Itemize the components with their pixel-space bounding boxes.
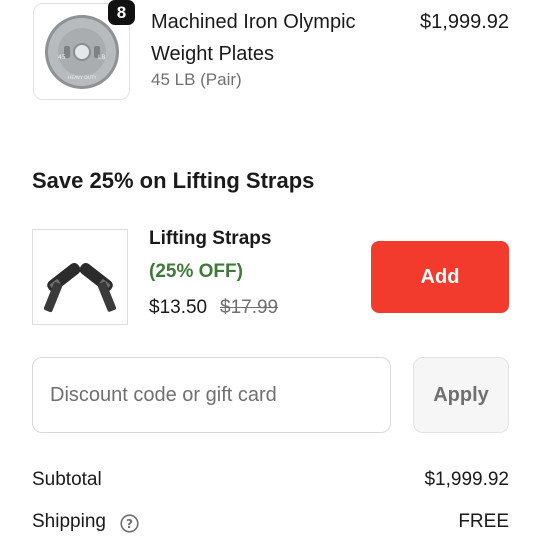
upsell-compare-price: $17.99 (220, 297, 279, 318)
svg-text:?: ? (126, 517, 133, 531)
product-title: Machined Iron Olympic Weight Plates (151, 11, 356, 65)
apply-discount-button[interactable]: Apply (413, 357, 509, 433)
lifting-straps-image (43, 262, 117, 313)
plate-bottom-text: HEAVY DUTY (68, 75, 97, 81)
upsell-price: $13.50 (149, 297, 208, 318)
shipping-value: FREE (458, 511, 509, 532)
upsell-product-name: Lifting Straps (149, 228, 272, 249)
add-upsell-button[interactable]: Add (371, 241, 509, 313)
plate-weight-left-text: 45 (58, 54, 66, 61)
product-variant: 45 LB (Pair) (151, 70, 242, 89)
weight-plate-image: 45 LB HEAVY DUTY (44, 14, 119, 89)
help-icon[interactable]: ? (120, 514, 139, 533)
quantity-badge: 8 (108, 0, 135, 25)
subtotal-label: Subtotal (32, 469, 102, 490)
plate-unit-right-text: LB (98, 54, 105, 61)
upsell-discount-label: (25% OFF) (149, 261, 243, 282)
upsell-thumbnail (32, 229, 128, 325)
product-price: $1,999.92 (420, 11, 509, 33)
shipping-label: Shipping (32, 511, 106, 532)
upsell-heading: Save 25% on Lifting Straps (32, 168, 315, 193)
subtotal-value: $1,999.92 (424, 469, 509, 490)
discount-code-input[interactable]: Discount code or gift card (32, 357, 391, 433)
